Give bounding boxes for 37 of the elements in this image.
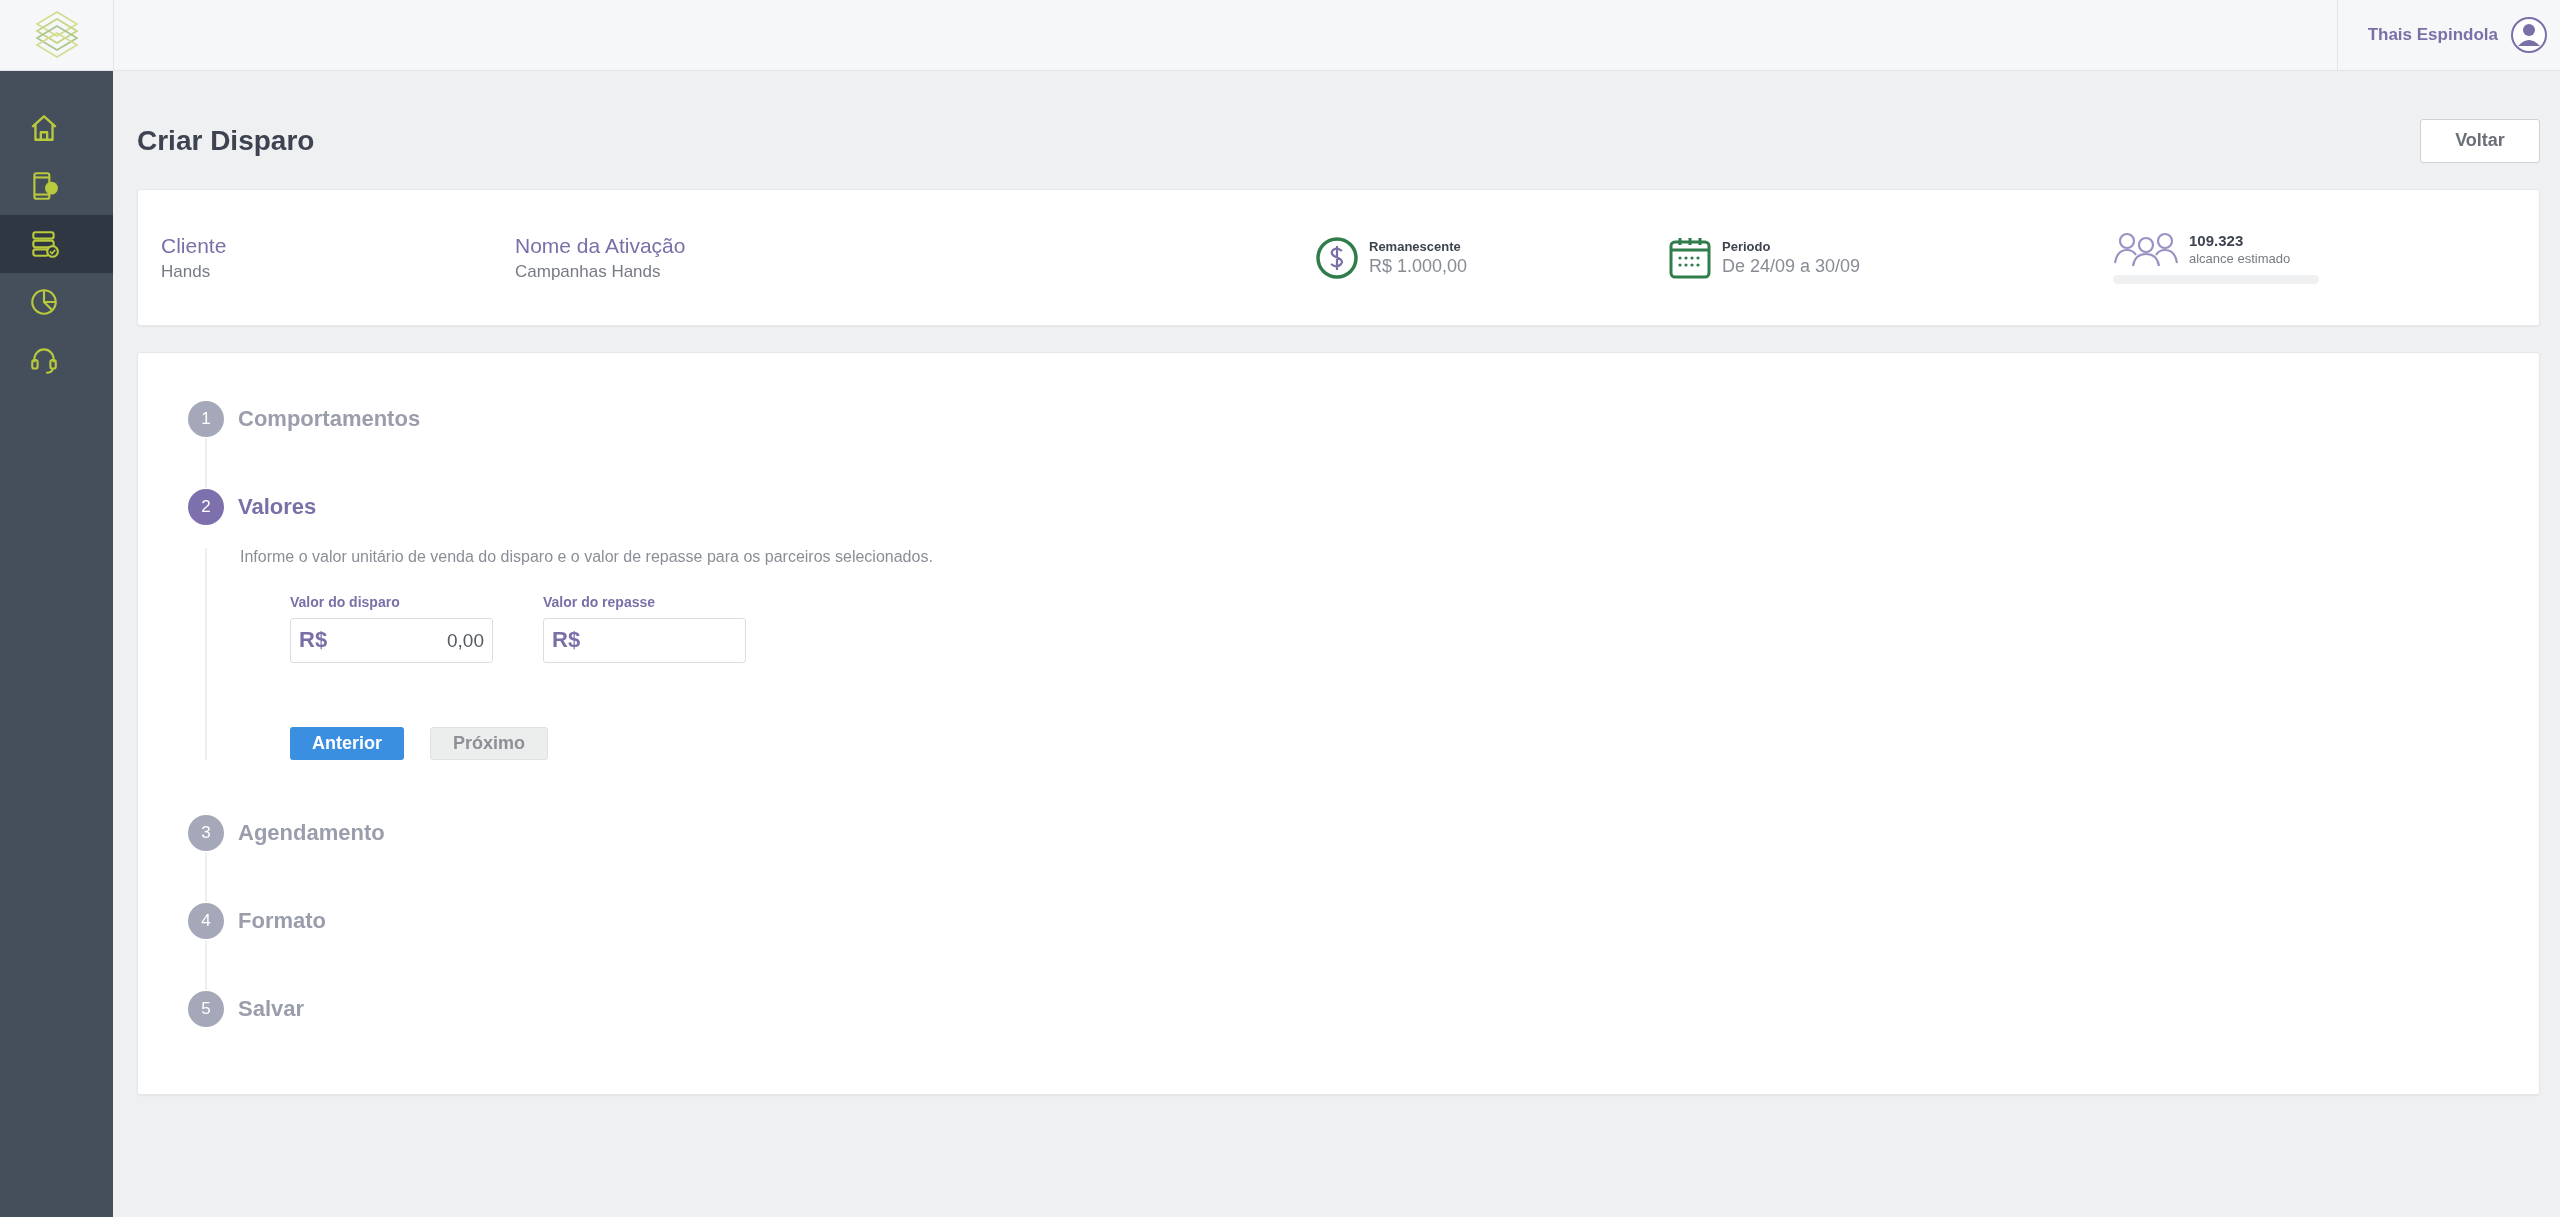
- client-label: Cliente: [161, 233, 228, 258]
- remaining-label: Remanescente: [1369, 238, 1462, 254]
- logo-icon: [34, 10, 79, 60]
- activation-name-label: Nome da Ativação: [515, 233, 687, 258]
- field-label: Valor do repasse: [543, 594, 657, 610]
- currency-input-field[interactable]: [543, 618, 746, 663]
- step-description: Informe o valor unitário de venda do disparo e o valor de repasse para os parceiros selecionados.: [240, 548, 934, 566]
- step-title[interactable]: Salvar: [238, 996, 305, 1022]
- previous-button[interactable]: Anterior: [290, 727, 404, 760]
- field-label: Valor do disparo: [290, 594, 401, 610]
- step-number: 1: [188, 401, 224, 437]
- currency-prefix: R$: [552, 627, 581, 653]
- step-title[interactable]: Comportamentos: [238, 406, 421, 432]
- period-label: Periodo: [1722, 238, 1772, 254]
- page-title: Criar Disparo: [137, 124, 315, 157]
- step-number: 4: [188, 903, 224, 939]
- user-name[interactable]: Thais Espindola: [2367, 25, 2498, 45]
- people-icon: [2113, 231, 2179, 267]
- step-title[interactable]: Valores: [238, 494, 317, 520]
- reach-value: 109.323: [2189, 232, 2245, 249]
- reach-label: alcance estimado: [2189, 251, 2291, 266]
- remaining-value: R$ 1.000,00: [1369, 255, 1468, 277]
- step-title[interactable]: Formato: [238, 908, 326, 934]
- pie-chart-icon: [28, 286, 60, 318]
- currency-prefix: R$: [299, 627, 328, 653]
- back-button[interactable]: Voltar: [2420, 118, 2540, 163]
- period-value: De 24/09 a 30/09: [1722, 255, 1861, 277]
- activation-name-value: Campanhas Hands: [515, 261, 662, 282]
- calendar-icon: [1668, 235, 1712, 280]
- client-value: Hands: [161, 261, 212, 282]
- step-title[interactable]: Agendamento: [238, 820, 385, 846]
- step-number: 5: [188, 991, 224, 1027]
- step-number: 3: [188, 815, 224, 851]
- user-avatar-icon[interactable]: [2510, 16, 2548, 54]
- sidebar-item[interactable]: [0, 215, 113, 273]
- dollar-icon: [1315, 235, 1359, 280]
- step-number: 2: [188, 489, 224, 525]
